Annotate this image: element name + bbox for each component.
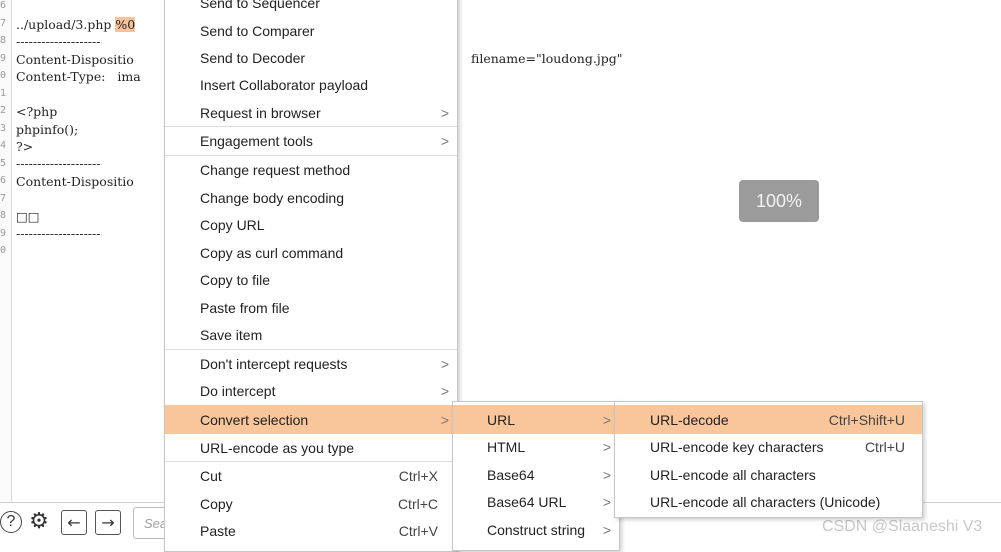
submenu-item-url-encode-all-unicode[interactable]: URL-encode all characters (Unicode): [615, 488, 922, 516]
menu-item-save-item[interactable]: Save item: [165, 321, 457, 349]
line-number: 7: [0, 18, 7, 29]
line-number: 6: [0, 175, 7, 186]
shortcut-label: Ctrl+U: [864, 439, 905, 455]
chevron-right-icon: >: [440, 356, 449, 372]
line-number: 5: [0, 158, 7, 169]
submenu-item-base64-url[interactable]: Base64 URL >: [453, 488, 619, 516]
shortcut-label: Ctrl+V: [398, 523, 438, 539]
menu-item-copy[interactable]: Copy Ctrl+C: [165, 490, 457, 518]
submenu-item-url-encode-key-characters[interactable]: URL-encode key characters Ctrl+U: [615, 433, 922, 461]
chevron-right-icon: >: [602, 467, 611, 483]
watermark: CSDN @Slaaneshi V3: [822, 518, 983, 535]
line-number: 8: [0, 210, 7, 221]
menu-item-send-to-sequencer[interactable]: Send to Sequencer: [165, 0, 457, 13]
menu-item-change-request-method[interactable]: Change request method: [165, 156, 457, 184]
submenu-item-url[interactable]: URL >: [453, 405, 619, 434]
code-line: Content-Type: ima: [16, 69, 141, 84]
submenu-item-html[interactable]: HTML >: [453, 433, 619, 461]
menu-item-copy-to-file[interactable]: Copy to file: [165, 266, 457, 294]
line-number: 9: [0, 53, 7, 64]
chevron-right-icon: >: [602, 439, 611, 455]
submenu-item-url-encode-all-characters[interactable]: URL-encode all characters: [615, 461, 922, 489]
code-line: phpinfo();: [16, 122, 79, 137]
context-menu: Send to Sequencer Send to Comparer Send …: [164, 0, 458, 552]
menu-item-send-to-comparer[interactable]: Send to Comparer: [165, 17, 457, 45]
chevron-right-icon: >: [602, 411, 611, 428]
menu-item-do-intercept[interactable]: Do intercept >: [165, 377, 457, 405]
code-line: □□: [16, 209, 40, 224]
chevron-right-icon: >: [602, 522, 611, 538]
menu-item-paste-from-file[interactable]: Paste from file: [165, 294, 457, 322]
code-line: ?>: [16, 139, 34, 154]
back-arrow-button[interactable]: ←: [61, 510, 87, 535]
line-number: 1: [0, 88, 7, 99]
convert-selection-submenu: URL > HTML > Base64 > Base64 URL > Construct…: [452, 401, 620, 551]
code-line: Content-Dispositio: [16, 174, 134, 189]
line-number: 0: [0, 70, 7, 81]
chevron-right-icon: >: [440, 383, 449, 399]
line-number: 6: [0, 0, 7, 11]
line-number: 0: [0, 245, 7, 256]
url-submenu: URL-decode Ctrl+Shift+U URL-encode key ch…: [614, 401, 923, 518]
menu-item-copy-as-curl[interactable]: Copy as curl command: [165, 239, 457, 267]
shortcut-label: Ctrl+C: [397, 496, 438, 512]
chevron-right-icon: >: [602, 494, 611, 510]
chevron-right-icon: >: [440, 133, 449, 149]
chevron-right-icon: >: [440, 105, 449, 121]
filename-text: filename="loudong.jpg": [471, 51, 623, 66]
code-line: ../upload/3.php %0: [16, 17, 136, 32]
gear-icon[interactable]: ⚙: [27, 509, 51, 534]
line-number: 8: [0, 35, 7, 46]
line-number: 4: [0, 140, 7, 151]
menu-item-dont-intercept-requests[interactable]: Don't intercept requests >: [165, 350, 457, 378]
submenu-item-construct-string[interactable]: Construct string >: [453, 516, 619, 544]
code-line: --------------------: [16, 156, 101, 171]
chevron-right-icon: >: [440, 411, 449, 428]
menu-item-change-body-encoding[interactable]: Change body encoding: [165, 184, 457, 212]
zoom-indicator: 100%: [739, 180, 819, 222]
line-number: 3: [0, 123, 7, 134]
menu-item-url-encode-as-you-type[interactable]: URL-encode as you type: [165, 434, 457, 462]
menu-item-paste[interactable]: Paste Ctrl+V: [165, 517, 457, 545]
menu-item-send-to-decoder[interactable]: Send to Decoder: [165, 44, 457, 72]
menu-item-insert-collaborator-payload[interactable]: Insert Collaborator payload: [165, 71, 457, 99]
menu-item-cut[interactable]: Cut Ctrl+X: [165, 462, 457, 490]
help-icon[interactable]: ?: [0, 511, 22, 533]
code-line: Content-Dispositio: [16, 52, 134, 67]
menu-item-request-in-browser[interactable]: Request in browser >: [165, 99, 457, 127]
line-number: 2: [0, 105, 7, 116]
code-line: <?php: [16, 104, 58, 119]
submenu-item-base64[interactable]: Base64 >: [453, 461, 619, 489]
menu-item-engagement-tools[interactable]: Engagement tools >: [165, 127, 457, 155]
forward-arrow-button[interactable]: →: [95, 510, 121, 535]
shortcut-label: Ctrl+Shift+U: [828, 411, 905, 428]
selected-text[interactable]: %0: [115, 17, 136, 32]
menu-item-convert-selection[interactable]: Convert selection >: [165, 405, 457, 434]
submenu-item-url-decode[interactable]: URL-decode Ctrl+Shift+U: [615, 405, 922, 434]
line-number: 9: [0, 228, 7, 239]
menu-item-copy-url[interactable]: Copy URL: [165, 211, 457, 239]
shortcut-label: Ctrl+X: [398, 468, 438, 484]
line-number: 7: [0, 193, 7, 204]
code-line: --------------------: [16, 34, 101, 49]
code-line: --------------------: [16, 226, 101, 241]
